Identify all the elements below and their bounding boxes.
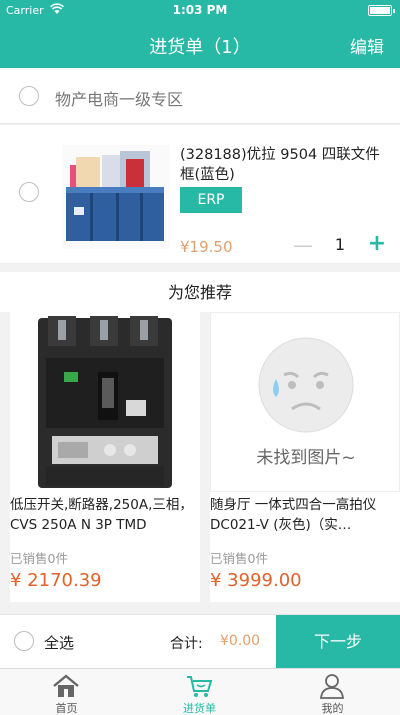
- product-price: ¥19.50: [180, 238, 233, 256]
- recommend-card[interactable]: 未找到图片~ 随身厅 一体式四合一高拍仪 DC021-V (灰色)（实… 已销售…: [210, 312, 400, 602]
- recommend-card[interactable]: 低压开关,断路器,250A,三相，CVS 250A N 3P TMD 已销售0件…: [10, 312, 200, 602]
- home-icon: [53, 674, 79, 697]
- tab-cart[interactable]: 进货单: [133, 669, 266, 715]
- battery-icon: [368, 5, 395, 16]
- edit-button[interactable]: 编辑: [350, 33, 384, 58]
- quantity-value[interactable]: 1: [330, 235, 350, 254]
- status-bar: Carrier 1:03 PM: [0, 0, 400, 20]
- tab-label: 进货单: [183, 702, 216, 715]
- total-label: 合计:: [170, 636, 203, 652]
- sold-count: 已销售0件: [10, 551, 68, 566]
- select-all-radio[interactable]: [14, 631, 34, 651]
- image-placeholder[interactable]: 未找到图片~: [210, 312, 400, 492]
- cart-item: (328188)优拉 9504 四联文件框(蓝色) ERP ¥19.50 — 1…: [0, 125, 400, 263]
- sad-face-icon: [258, 337, 354, 433]
- status-time: 1:03 PM: [172, 3, 228, 17]
- recommend-heading: 为您推荐: [0, 272, 400, 312]
- user-icon: [320, 674, 344, 699]
- quantity-decrease-button[interactable]: —: [293, 233, 313, 257]
- product-thumbnail[interactable]: [62, 145, 170, 249]
- product-name[interactable]: (328188)优拉 9504 四联文件框(蓝色): [180, 145, 380, 185]
- item-select-radio[interactable]: [19, 182, 39, 202]
- quantity-increase-button[interactable]: +: [366, 231, 388, 256]
- total-value: ¥0.00: [220, 633, 261, 649]
- recommend-price: ¥ 2170.39: [10, 570, 102, 591]
- sold-count: 已销售0件: [210, 551, 268, 566]
- next-step-button[interactable]: 下一步: [276, 615, 400, 669]
- select-all-label[interactable]: 全选: [44, 632, 74, 653]
- tab-home[interactable]: 首页: [0, 669, 133, 715]
- section-label: 物产电商一级专区: [55, 90, 184, 109]
- tab-bar: 首页 进货单 我的: [0, 668, 400, 715]
- cart-icon: [187, 676, 213, 697]
- nav-bar: 进货单（1） 编辑: [0, 20, 400, 68]
- section-select-radio[interactable]: [19, 86, 39, 106]
- checkout-bar: 全选 合计: ¥0.00 下一步: [0, 614, 400, 669]
- tab-label: 首页: [55, 702, 78, 715]
- no-image-text: 未找到图片~: [256, 448, 356, 468]
- store-section-header: 物产电商一级专区: [0, 68, 400, 124]
- recommend-price: ¥ 3999.00: [210, 570, 302, 591]
- page-title: 进货单（1）: [149, 37, 251, 58]
- tab-label: 我的: [321, 702, 344, 715]
- recommend-product-name[interactable]: 低压开关,断路器,250A,三相，CVS 250A N 3P TMD: [10, 495, 200, 535]
- erp-badge: ERP: [180, 187, 242, 213]
- tab-mine[interactable]: 我的: [266, 669, 399, 715]
- product-image[interactable]: [10, 312, 200, 492]
- recommend-product-name[interactable]: 随身厅 一体式四合一高拍仪 DC021-V (灰色)（实…: [210, 495, 400, 535]
